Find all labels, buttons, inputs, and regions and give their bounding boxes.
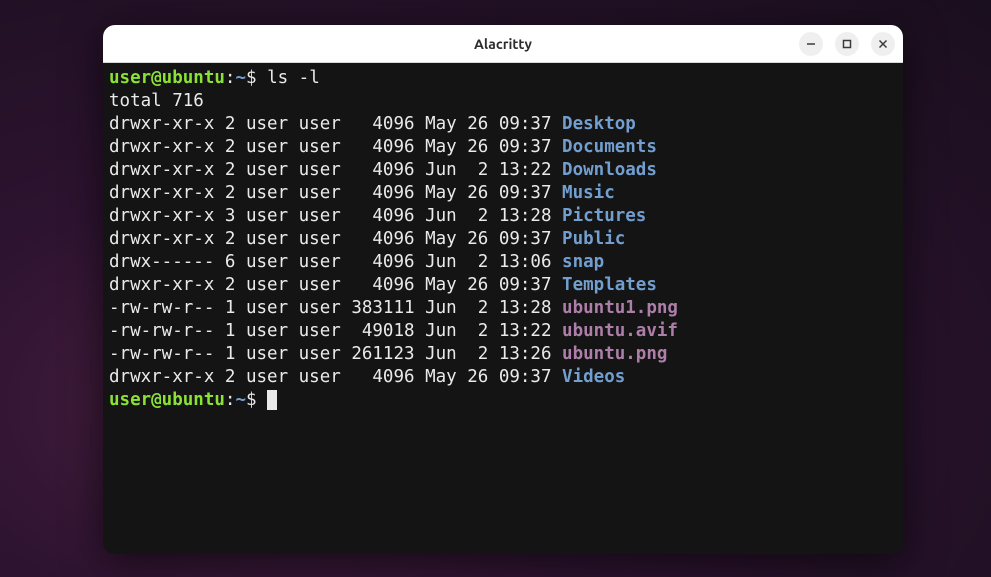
directory-name: Desktop — [562, 114, 636, 134]
ls-entry: drwxr-xr-x 2 user user 4096 May 26 09:37… — [109, 136, 897, 159]
prompt: user@ubuntu:~$ — [109, 390, 267, 410]
prompt-path: ~ — [235, 390, 246, 410]
ls-entry: drwx------ 6 user user 4096 Jun 2 13:06 … — [109, 251, 897, 274]
close-button[interactable] — [871, 32, 895, 56]
directory-name: Videos — [562, 367, 625, 387]
directory-name: Templates — [562, 275, 657, 295]
window-controls — [799, 32, 895, 56]
maximize-icon — [842, 39, 852, 49]
terminal-body[interactable]: user@ubuntu:~$ ls -ltotal 716drwxr-xr-x … — [103, 63, 903, 554]
window-title: Alacritty — [103, 36, 903, 52]
directory-name: Music — [562, 183, 615, 203]
maximize-button[interactable] — [835, 32, 859, 56]
directory-name: Downloads — [562, 160, 657, 180]
ls-entry: -rw-rw-r-- 1 user user 383111 Jun 2 13:2… — [109, 297, 897, 320]
terminal-window: Alacritty user@ubuntu:~$ ls -ltotal 716d… — [103, 25, 903, 554]
ls-entry: drwxr-xr-x 2 user user 4096 May 26 09:37… — [109, 182, 897, 205]
prompt-userhost: user@ubuntu — [109, 390, 225, 410]
file-name: ubuntu1.png — [562, 298, 678, 318]
minimize-icon — [806, 39, 816, 49]
close-icon — [878, 39, 888, 49]
directory-name: Pictures — [562, 206, 646, 226]
ls-entry: -rw-rw-r-- 1 user user 261123 Jun 2 13:2… — [109, 343, 897, 366]
file-name: ubuntu.png — [562, 344, 667, 364]
ls-entry: drwxr-xr-x 2 user user 4096 May 26 09:37… — [109, 274, 897, 297]
prompt-path: ~ — [235, 68, 246, 88]
ls-entry: drwxr-xr-x 2 user user 4096 May 26 09:37… — [109, 113, 897, 136]
prompt: user@ubuntu:~$ — [109, 68, 267, 88]
directory-name: Documents — [562, 137, 657, 157]
file-name: ubuntu.avif — [562, 321, 678, 341]
ls-entry: drwxr-xr-x 2 user user 4096 May 26 09:37… — [109, 228, 897, 251]
cursor — [267, 390, 277, 410]
command-text: ls -l — [267, 68, 320, 88]
titlebar[interactable]: Alacritty — [103, 25, 903, 63]
ls-entry: drwxr-xr-x 2 user user 4096 May 26 09:37… — [109, 366, 897, 389]
directory-name: Public — [562, 229, 625, 249]
ls-entry: -rw-rw-r-- 1 user user 49018 Jun 2 13:22… — [109, 320, 897, 343]
directory-name: snap — [562, 252, 604, 272]
prompt-userhost: user@ubuntu — [109, 68, 225, 88]
total-line: total 716 — [109, 90, 897, 113]
ls-entry: drwxr-xr-x 2 user user 4096 Jun 2 13:22 … — [109, 159, 897, 182]
minimize-button[interactable] — [799, 32, 823, 56]
prompt-line: user@ubuntu:~$ — [109, 389, 897, 412]
ls-entry: drwxr-xr-x 3 user user 4096 Jun 2 13:28 … — [109, 205, 897, 228]
command-line: user@ubuntu:~$ ls -l — [109, 67, 897, 90]
